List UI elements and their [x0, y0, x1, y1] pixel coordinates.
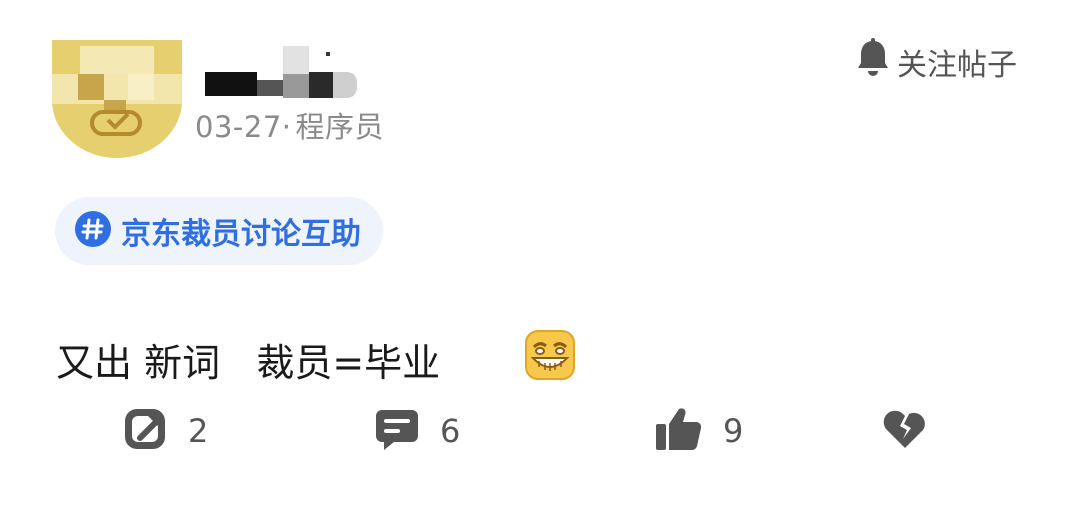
follow-post-button[interactable]: 关注帖子 — [855, 38, 1017, 86]
post-date: 03-27 — [195, 110, 282, 144]
like-count: 9 — [723, 412, 744, 450]
comment-icon — [374, 406, 420, 456]
share-count: 2 — [188, 412, 209, 450]
follow-post-label: 关注帖子 — [897, 48, 1017, 83]
broken-heart-icon — [882, 408, 928, 454]
avatar[interactable] — [52, 40, 182, 158]
avatar-image — [52, 40, 182, 158]
thumbs-up-icon — [655, 406, 703, 456]
comment-count: 6 — [440, 412, 461, 450]
hashtag-icon — [75, 211, 111, 251]
share-button[interactable]: 2 — [122, 408, 208, 454]
post-meta: 03-27· 程序员 — [195, 104, 384, 146]
dislike-button[interactable] — [882, 408, 928, 454]
meta-separator: · — [281, 110, 292, 144]
bell-icon — [855, 38, 891, 86]
post-category: 程序员 — [295, 110, 385, 144]
post-text: 又出 新词 裁员=毕业 — [56, 341, 441, 385]
like-button[interactable]: 9 — [655, 408, 743, 454]
topic-label: 京东裁员讨论互助 — [121, 217, 361, 252]
share-icon — [122, 406, 168, 456]
comment-button[interactable]: 6 — [374, 408, 460, 454]
grin-emoji-icon — [476, 286, 575, 433]
topic-tag[interactable]: 京东裁员讨论互助 — [55, 197, 383, 265]
